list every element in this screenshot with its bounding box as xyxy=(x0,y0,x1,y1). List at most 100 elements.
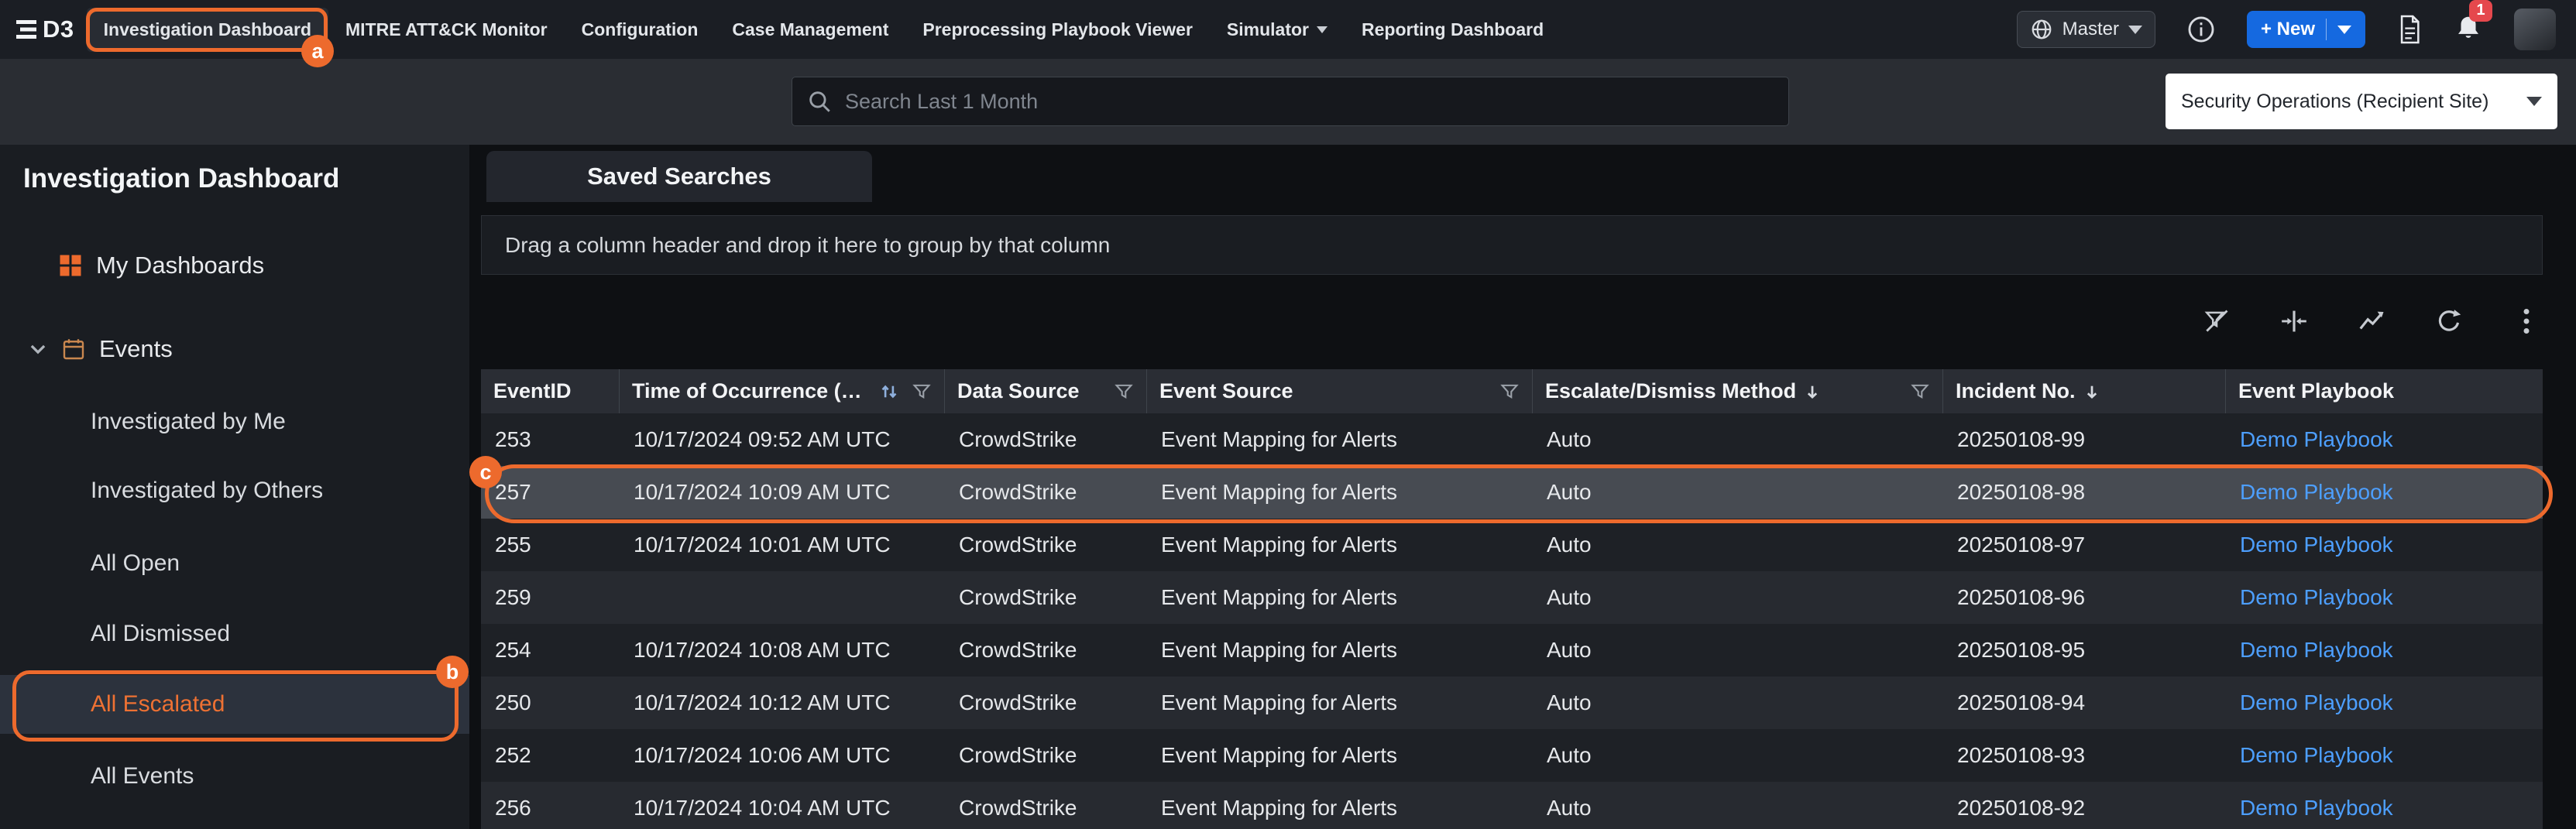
filter-icon[interactable] xyxy=(1910,382,1930,402)
sidebar-item-investigated-by-me[interactable]: Investigated by Me xyxy=(91,403,469,440)
global-search[interactable] xyxy=(792,77,1789,126)
nav-preprocessing-playbook-viewer[interactable]: Preprocessing Playbook Viewer xyxy=(905,8,1210,52)
time-cell: 10/17/2024 10:06 AM UTC xyxy=(620,729,945,782)
clear-filters-button[interactable] xyxy=(2200,305,2233,337)
clear-filter-icon xyxy=(2202,307,2231,336)
table-row[interactable]: 250 10/17/2024 10:12 AM UTC CrowdStrike … xyxy=(481,677,2543,729)
chevron-down-icon xyxy=(2337,26,2351,34)
event-playbook-link[interactable]: Demo Playbook xyxy=(2240,427,2393,452)
sidebar: Investigation Dashboard My Dashboards Ev… xyxy=(0,145,469,829)
notifications-button[interactable]: 1 xyxy=(2454,12,2483,47)
event-playbook-link[interactable]: Demo Playbook xyxy=(2240,638,2393,663)
sidebar-item-all-events[interactable]: All Events xyxy=(91,758,469,795)
column-header-time-of-occurrence[interactable]: Time of Occurrence (UTC) xyxy=(620,369,945,413)
column-header-data-source[interactable]: Data Source xyxy=(945,369,1147,413)
more-options-button[interactable] xyxy=(2510,305,2543,337)
chevron-down-icon xyxy=(28,339,48,359)
top-nav-actions: Master + New xyxy=(2017,9,2556,50)
site-selector-dropdown[interactable]: Security Operations (Recipient Site) xyxy=(2166,74,2557,129)
method-cell: Auto xyxy=(1533,413,1943,466)
notification-badge: 1 xyxy=(2469,0,2492,22)
nav-simulator-label: Simulator xyxy=(1227,19,1309,40)
sidebar-item-all-dismissed[interactable]: All Dismissed xyxy=(91,615,469,653)
incident-cell: 20250108-98 xyxy=(1943,466,2226,519)
data-source-cell: CrowdStrike xyxy=(945,624,1147,677)
events-table: EventID Time of Occurrence (UTC) xyxy=(481,369,2543,829)
event-playbook-link[interactable]: Demo Playbook xyxy=(2240,796,2393,820)
eventid-cell: 250 xyxy=(481,677,620,729)
column-header-event-source[interactable]: Event Source xyxy=(1147,369,1533,413)
event-source-cell: Event Mapping for Alerts xyxy=(1147,571,1533,624)
user-avatar[interactable] xyxy=(2514,9,2556,50)
refresh-icon xyxy=(2434,307,2464,336)
table-row[interactable]: 259 CrowdStrike Event Mapping for Alerts… xyxy=(481,571,2543,624)
new-button[interactable]: + New xyxy=(2247,11,2365,48)
my-dashboards-label: My Dashboards xyxy=(96,252,264,279)
table-body: 253 10/17/2024 09:52 AM UTC CrowdStrike … xyxy=(481,413,2543,829)
calendar-icon xyxy=(62,337,85,361)
column-header-event-playbook[interactable]: Event Playbook xyxy=(2226,369,2543,413)
table-row[interactable]: 252 10/17/2024 10:06 AM UTC CrowdStrike … xyxy=(481,729,2543,782)
method-cell: Auto xyxy=(1533,466,1943,519)
event-source-cell: Event Mapping for Alerts xyxy=(1147,677,1533,729)
d3-logo[interactable]: D3 xyxy=(13,15,74,43)
column-header-eventid[interactable]: EventID xyxy=(481,369,620,413)
sidebar-group-events[interactable]: Events xyxy=(28,329,173,369)
main-content: Saved Searches Drag a column header and … xyxy=(469,145,2576,829)
nav-mitre-attack-monitor[interactable]: MITRE ATT&CK Monitor xyxy=(328,8,565,52)
info-icon[interactable] xyxy=(2186,15,2216,44)
time-cell: 10/17/2024 09:52 AM UTC xyxy=(620,413,945,466)
document-icon[interactable] xyxy=(2396,14,2423,45)
nav-simulator[interactable]: Simulator xyxy=(1210,8,1345,52)
nav-configuration[interactable]: Configuration xyxy=(565,8,716,52)
nav-case-management[interactable]: Case Management xyxy=(715,8,905,52)
event-playbook-link[interactable]: Demo Playbook xyxy=(2240,743,2393,768)
event-playbook-link[interactable]: Demo Playbook xyxy=(2240,480,2393,505)
table-row[interactable]: 254 10/17/2024 10:08 AM UTC CrowdStrike … xyxy=(481,624,2543,677)
table-toolbar xyxy=(2200,296,2543,346)
table-row-selected[interactable]: 257 10/17/2024 10:09 AM UTC CrowdStrike … xyxy=(481,466,2543,519)
filter-icon[interactable] xyxy=(912,382,932,402)
nav-reporting-dashboard[interactable]: Reporting Dashboard xyxy=(1345,8,1561,52)
eventid-cell: 252 xyxy=(481,729,620,782)
sidebar-item-my-dashboards[interactable]: My Dashboards xyxy=(59,245,264,286)
sidebar-item-investigated-by-others[interactable]: Investigated by Others xyxy=(91,472,469,509)
method-cell: Auto xyxy=(1533,519,1943,571)
filter-icon[interactable] xyxy=(1114,382,1134,402)
eventid-cell: 257 xyxy=(481,466,620,519)
eventid-cell: 254 xyxy=(481,624,620,677)
event-playbook-link[interactable]: Demo Playbook xyxy=(2240,533,2393,557)
refresh-button[interactable] xyxy=(2433,305,2465,337)
column-header-incident-no[interactable]: Incident No. xyxy=(1943,369,2226,413)
event-playbook-link[interactable]: Demo Playbook xyxy=(2240,585,2393,610)
site-selector-value: Security Operations (Recipient Site) xyxy=(2181,91,2526,113)
table-row[interactable]: 256 10/17/2024 10:04 AM UTC CrowdStrike … xyxy=(481,782,2543,829)
chevron-down-icon xyxy=(2526,97,2542,106)
incident-cell: 20250108-94 xyxy=(1943,677,2226,729)
table-row[interactable]: 255 10/17/2024 10:01 AM UTC CrowdStrike … xyxy=(481,519,2543,571)
master-version-dropdown[interactable]: Master xyxy=(2017,11,2155,48)
search-input[interactable] xyxy=(845,90,1774,114)
event-playbook-link[interactable]: Demo Playbook xyxy=(2240,690,2393,715)
nav-investigation-dashboard[interactable]: Investigation Dashboard xyxy=(87,8,328,52)
event-source-cell: Event Mapping for Alerts xyxy=(1147,624,1533,677)
group-by-drop-zone[interactable]: Drag a column header and drop it here to… xyxy=(481,215,2543,275)
table-row[interactable]: 253 10/17/2024 09:52 AM UTC CrowdStrike … xyxy=(481,413,2543,466)
eventid-cell: 256 xyxy=(481,782,620,829)
data-source-cell: CrowdStrike xyxy=(945,729,1147,782)
tab-saved-searches[interactable]: Saved Searches xyxy=(486,151,872,202)
sidebar-item-all-escalated[interactable]: All Escalated xyxy=(0,675,469,734)
event-source-cell: Event Mapping for Alerts xyxy=(1147,729,1533,782)
data-source-cell: CrowdStrike xyxy=(945,519,1147,571)
filter-icon[interactable] xyxy=(1499,382,1520,402)
column-header-escalate-dismiss-method[interactable]: Escalate/Dismiss Method xyxy=(1533,369,1943,413)
event-source-cell: Event Mapping for Alerts xyxy=(1147,519,1533,571)
fit-columns-button[interactable] xyxy=(2278,305,2310,337)
button-divider xyxy=(2326,19,2327,40)
master-label: Master xyxy=(2063,19,2119,40)
sidebar-item-all-open[interactable]: All Open xyxy=(91,545,469,582)
search-icon xyxy=(806,88,833,115)
sort-down-icon xyxy=(1802,382,1822,402)
data-source-cell: CrowdStrike xyxy=(945,413,1147,466)
chart-view-button[interactable] xyxy=(2355,305,2388,337)
